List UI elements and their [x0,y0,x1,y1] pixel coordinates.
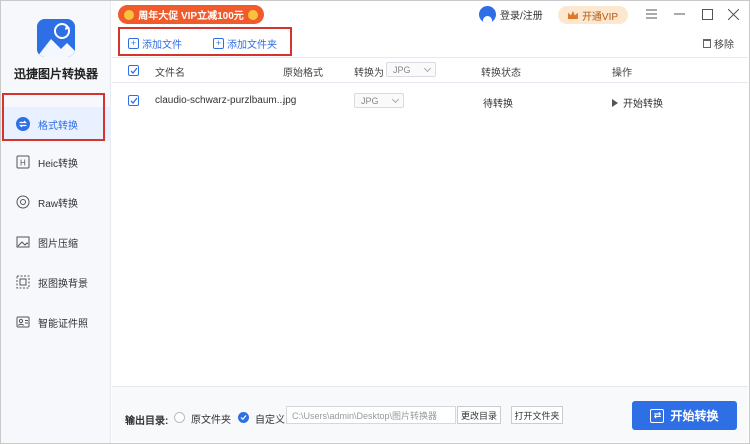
row-action-label: 开始转换 [623,99,663,110]
row-filename: claudio-schwarz-purzlbaum... [155,95,286,106]
maximize-icon[interactable] [697,4,717,24]
coin-icon [247,9,258,20]
sidebar-item-compress[interactable]: 图片压缩 [1,225,111,259]
heic-icon: H [15,154,31,170]
row-format-select[interactable]: JPG [354,93,404,108]
header-original-format: 原始格式 [283,68,323,79]
highlight-frame-toolbar [118,27,292,56]
menu-icon[interactable] [641,4,661,24]
chevron-down-icon [423,64,432,73]
start-convert-label: 开始转换 [670,409,719,423]
header-action: 操作 [612,68,632,79]
login-link[interactable]: 登录/注册 [479,5,543,23]
table-row: claudio-schwarz-purzlbaum... jpg JPG 待转换… [112,88,748,114]
cutout-icon [15,274,31,290]
sidebar-item-label: 图片压缩 [38,238,78,250]
sidebar-item-heic[interactable]: H Heic转换 [1,145,111,179]
option-original-label: 原文件夹 [191,415,231,426]
promo-banner[interactable]: 周年大促 VIP立减100元 [118,5,264,24]
app-logo-icon [37,19,75,57]
crown-icon [567,11,578,19]
avatar-icon [479,5,496,23]
sidebar-item-label: Heic转换 [38,158,79,170]
sidebar: 迅捷图片转换器 格式转换 H Heic转换 Raw转换 图片压缩 抠图换背景 智… [1,1,111,443]
output-path-value: C:\Users\admin\Desktop\图片转换器 [292,410,438,421]
open-folder-label: 打开文件夹 [514,410,560,421]
id-photo-icon [15,314,31,330]
select-all-checkbox[interactable] [128,65,139,76]
output-dir-label: 输出目录: [125,416,169,427]
convert-all-format-select[interactable]: JPG [386,62,436,77]
header-status: 转换状态 [481,68,521,79]
radio-original-folder[interactable] [174,412,185,423]
trash-icon [703,39,711,48]
app-title: 迅捷图片转换器 [13,67,98,81]
sidebar-item-id-photo[interactable]: 智能证件照 [1,305,111,339]
change-dir-label: 更改目录 [460,410,497,421]
swap-icon: ⇄ [650,408,665,423]
minimize-icon[interactable] [669,4,689,24]
change-dir-button[interactable]: 更改目录 [457,406,501,424]
check-icon [130,97,138,104]
remove-button[interactable]: 移除 [703,36,734,51]
chevron-down-icon [391,95,400,104]
select-value: JPG [361,95,379,106]
row-status: 待转换 [483,99,513,110]
row-start-button[interactable]: 开始转换 [612,95,663,110]
close-icon[interactable] [723,4,743,24]
remove-label: 移除 [714,40,734,51]
coin-icon [124,9,135,20]
sidebar-item-label: Raw转换 [38,198,79,210]
row-checkbox[interactable] [128,95,139,106]
check-icon [240,415,247,421]
select-value: JPG [393,64,411,75]
open-folder-button[interactable]: 打开文件夹 [511,406,563,424]
vip-button[interactable]: 开通VIP [558,6,628,24]
option-custom-label: 自定义 [255,415,285,426]
footer-bar: 输出目录: 原文件夹 自定义 C:\Users\admin\Desktop\图片… [112,386,748,442]
table-header: 文件名 原始格式 转换为 JPG 转换状态 操作 [112,57,748,83]
output-path-field[interactable]: C:\Users\admin\Desktop\图片转换器 [286,406,456,424]
sidebar-item-label: 抠图换背景 [38,278,88,290]
play-icon [612,98,618,107]
row-original-format: jpg [283,95,297,106]
check-icon [130,67,138,74]
sidebar-item-label: 智能证件照 [38,318,88,330]
radio-custom[interactable] [238,412,249,423]
highlight-frame-sidebar [2,93,105,141]
svg-text:H: H [20,159,26,168]
header-filename: 文件名 [155,68,185,79]
image-icon [15,234,31,250]
header-convert-to: 转换为 [354,68,384,79]
start-convert-button[interactable]: ⇄ 开始转换 [632,401,737,430]
vip-label: 开通VIP [581,11,619,23]
sidebar-item-cutout[interactable]: 抠图换背景 [1,265,111,299]
camera-icon [15,194,31,210]
login-label: 登录/注册 [500,10,543,22]
promo-text: 周年大促 VIP立减100元 [138,11,244,22]
sidebar-item-raw[interactable]: Raw转换 [1,185,111,219]
